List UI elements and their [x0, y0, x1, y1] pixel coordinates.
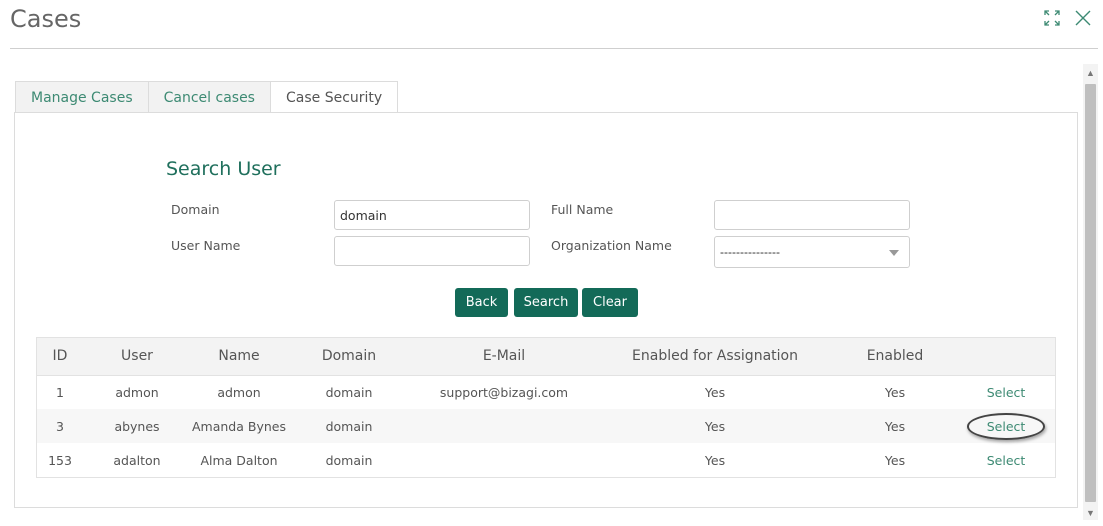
tab-case-security[interactable]: Case Security — [269, 81, 399, 114]
col-email[interactable]: E-Mail — [411, 338, 597, 376]
search-user-title: Search User — [166, 158, 281, 180]
col-enabled[interactable]: Enabled — [833, 338, 957, 376]
header-divider — [10, 48, 1098, 49]
select-link-highlighted[interactable]: Select — [966, 412, 1046, 440]
domain-input[interactable]: domain — [334, 200, 530, 230]
col-enabled-assignation[interactable]: Enabled for Assignation — [597, 338, 833, 376]
cell-name: Alma Dalton — [200, 452, 278, 468]
cell-name: admon — [217, 384, 261, 400]
organization-name-label: Organization Name — [551, 238, 672, 253]
users-table: ID User Name Domain E-Mail Enabled for A… — [36, 337, 1056, 478]
cell-email — [411, 443, 597, 477]
cell-enabled: Yes — [884, 384, 906, 400]
col-domain[interactable]: Domain — [287, 338, 411, 376]
col-id[interactable]: ID — [37, 338, 83, 376]
chevron-down-icon — [889, 250, 899, 256]
scroll-up-icon[interactable]: ▲ — [1083, 66, 1098, 80]
col-user[interactable]: User — [83, 338, 191, 376]
cell-id: 3 — [37, 409, 83, 443]
col-name[interactable]: Name — [191, 338, 287, 376]
tab-cancel-cases[interactable]: Cancel cases — [147, 81, 271, 113]
tab-manage-cases[interactable]: Manage Cases — [15, 81, 149, 113]
cell-enabled: Yes — [833, 409, 957, 443]
col-action — [957, 338, 1055, 376]
cell-name: Amanda Bynes — [191, 409, 287, 443]
back-button[interactable]: Back — [455, 288, 508, 317]
table-row: 1 admon admon domain support@bizagi.com … — [37, 375, 1055, 409]
window-controls — [1043, 9, 1091, 32]
select-link[interactable]: Select — [987, 453, 1026, 468]
cell-email: support@bizagi.com — [439, 384, 569, 400]
scroll-down-icon[interactable]: ▼ — [1083, 506, 1098, 520]
cell-id: 1 — [56, 384, 64, 400]
cell-assignation: Yes — [704, 384, 726, 400]
cell-domain: domain — [287, 409, 411, 443]
user-name-label: User Name — [171, 238, 241, 253]
case-security-panel: Search User Domain domain Full Name User… — [14, 112, 1078, 508]
search-button[interactable]: Search — [514, 288, 578, 317]
cell-id: 153 — [48, 452, 72, 468]
cell-email — [411, 409, 597, 443]
cell-assignation: Yes — [597, 409, 833, 443]
vertical-scrollbar[interactable]: ▲ ▼ — [1083, 64, 1098, 520]
cell-domain: domain — [325, 384, 373, 400]
table-header-row: ID User Name Domain E-Mail Enabled for A… — [37, 338, 1055, 376]
window-title: Cases — [10, 5, 82, 33]
full-name-input[interactable] — [714, 200, 910, 230]
select-link[interactable]: Select — [987, 385, 1026, 400]
clear-button[interactable]: Clear — [582, 288, 638, 317]
maximize-icon[interactable] — [1043, 9, 1061, 32]
cell-user: admon — [115, 384, 159, 400]
domain-label: Domain — [171, 202, 220, 217]
cell-domain: domain — [325, 452, 373, 468]
tab-bar: Manage Cases Cancel cases Case Security — [15, 81, 399, 114]
scroll-thumb[interactable] — [1085, 84, 1096, 502]
cell-user: abynes — [83, 409, 191, 443]
close-icon[interactable] — [1075, 10, 1091, 31]
organization-name-select[interactable]: --------------- — [714, 236, 910, 268]
user-name-input[interactable] — [334, 236, 530, 266]
cell-assignation: Yes — [704, 452, 726, 468]
table-row: 3 abynes Amanda Bynes domain Yes Yes Sel… — [37, 409, 1055, 443]
cell-user: adalton — [113, 452, 161, 468]
table-row: 153 adalton Alma Dalton domain Yes Yes S… — [37, 443, 1055, 477]
cell-enabled: Yes — [884, 452, 906, 468]
full-name-label: Full Name — [551, 202, 614, 217]
organization-selected-value: --------------- — [720, 245, 780, 259]
